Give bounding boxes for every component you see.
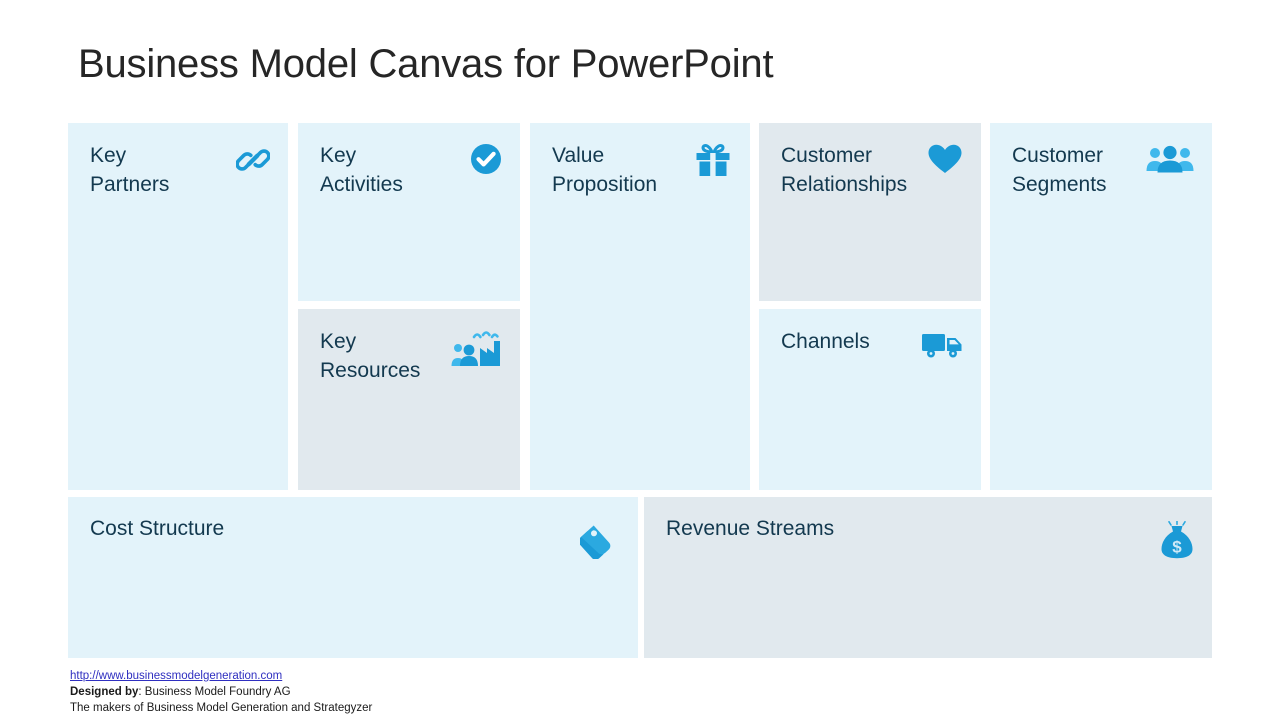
block-label-customer-segments: Customer Segments	[1012, 144, 1107, 196]
footer-designed-by-row: Designed by: Business Model Foundry AG	[70, 684, 372, 700]
block-header: Key Activities	[320, 141, 502, 199]
block-header: Customer Segments	[1012, 141, 1194, 199]
block-customer-segments[interactable]: Customer Segments	[990, 123, 1212, 490]
block-label-channels: Channels	[781, 330, 870, 353]
heart-icon	[927, 143, 963, 175]
business-model-generation-link[interactable]: http://www.businessmodelgeneration.com	[70, 670, 282, 682]
block-key-resources[interactable]: Key Resources	[298, 309, 520, 490]
block-value-proposition[interactable]: Value Proposition	[530, 123, 750, 490]
block-header: Value Proposition	[552, 141, 732, 199]
block-header: Key Resources	[320, 327, 502, 385]
people-group-icon	[1146, 143, 1194, 175]
gift-box-icon	[694, 143, 732, 177]
footer-tagline: The makers of Business Model Generation …	[70, 702, 373, 714]
block-label-customer-relationships: Customer Relationships	[781, 144, 908, 196]
block-key-activities[interactable]: Key Activities	[298, 123, 520, 301]
block-key-partners[interactable]: Key Partners	[68, 123, 288, 490]
block-channels[interactable]: Channels	[759, 309, 981, 490]
chain-link-icon	[235, 143, 271, 177]
block-header: Customer Relationships	[781, 141, 963, 199]
block-label-key-resources: Key Resources	[320, 330, 421, 382]
page-title: Business Model Canvas for PowerPoint	[78, 42, 774, 86]
block-header: Cost Structure	[90, 515, 620, 560]
footer-link-row: http://www.businessmodelgeneration.com	[70, 668, 372, 684]
block-label-revenue-streams: Revenue Streams	[666, 517, 835, 540]
block-cost-structure[interactable]: Cost Structure	[68, 497, 638, 658]
footer: http://www.businessmodelgeneration.com D…	[70, 668, 372, 716]
block-header: Revenue Streams $	[666, 515, 1194, 559]
block-label-key-partners: Key Partners	[90, 144, 170, 196]
designed-by-value: : Business Model Foundry AG	[138, 686, 291, 698]
factory-people-icon	[450, 329, 502, 367]
block-label-value-proposition: Value Proposition	[552, 144, 658, 196]
price-tags-icon	[576, 521, 620, 560]
block-customer-relationships[interactable]: Customer Relationships	[759, 123, 981, 301]
delivery-truck-icon	[921, 329, 963, 361]
money-bag-icon: $	[1160, 520, 1194, 559]
block-label-key-activities: Key Activities	[320, 144, 403, 196]
block-header: Key Partners	[90, 141, 271, 199]
block-header: Channels	[781, 327, 963, 361]
block-revenue-streams[interactable]: Revenue Streams $	[644, 497, 1212, 658]
svg-text:$: $	[1172, 538, 1182, 557]
designed-by-label: Designed by	[70, 686, 139, 698]
check-circle-icon	[470, 143, 502, 175]
business-model-canvas: Key Partners Key Activities Key Resource…	[68, 123, 1212, 658]
block-label-cost-structure: Cost Structure	[90, 517, 225, 540]
